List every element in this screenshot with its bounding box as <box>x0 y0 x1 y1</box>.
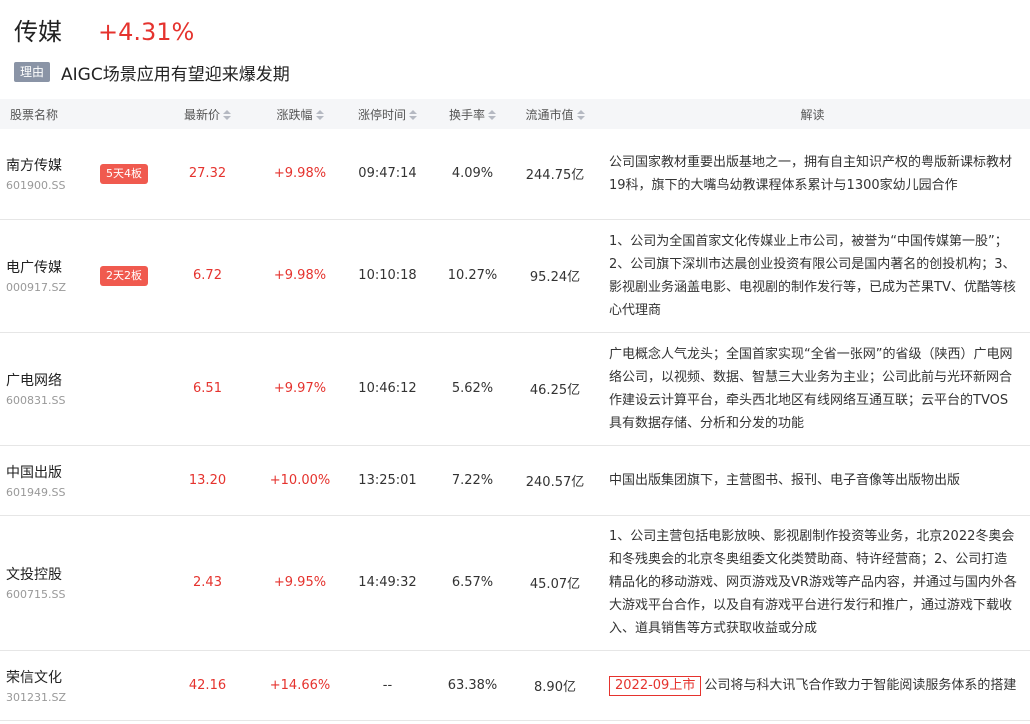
stock-name[interactable]: 广电网络 <box>6 370 160 390</box>
market-cap-cell: 46.25亿 <box>529 383 581 398</box>
description-cell: 2022-09上市 公司将与科大讯飞合作致力于智能阅读服务体系的搭建 <box>595 650 1030 720</box>
turnover-cell: 6.57% <box>451 575 494 590</box>
table-row[interactable]: 电广传媒 000917.SZ 2天2板 6.72 +9.98% 10:10:18… <box>0 219 1030 332</box>
change-cell: +9.95% <box>273 575 327 590</box>
listing-date-tag: 2022-09上市 <box>609 675 702 696</box>
sort-icon[interactable] <box>576 109 585 121</box>
turnover-cell: 5.62% <box>451 381 494 396</box>
stock-name-cell[interactable]: 中国出版 601949.SS <box>0 445 160 515</box>
sort-icon[interactable] <box>409 109 417 121</box>
column-header-market-cap[interactable]: 流通市值 <box>515 99 595 129</box>
stock-code: 601900.SS <box>6 179 66 193</box>
change-cell: +9.98% <box>273 166 327 182</box>
sort-icon[interactable] <box>315 109 324 121</box>
sort-icon[interactable] <box>223 109 231 121</box>
description-cell: 公司国家教材重要出版基地之一，拥有自主知识产权的粤版新课标教材19科，旗下的大嘴… <box>609 154 1013 193</box>
turnover-cell: 4.09% <box>451 166 494 182</box>
column-header-limit-time[interactable]: 涨停时间 <box>345 99 430 129</box>
limit-time-cell: 13:25:01 <box>358 472 417 488</box>
stock-name[interactable]: 中国出版 <box>6 462 160 482</box>
column-header-turnover[interactable]: 换手率 <box>430 99 515 129</box>
table-row[interactable]: 中国出版 601949.SS 13.20 +10.00% 13:25:01 7.… <box>0 445 1030 515</box>
turnover-cell: 7.22% <box>451 472 494 488</box>
limit-time-cell: 10:10:18 <box>358 268 417 283</box>
column-header-name: 股票名称 <box>10 107 59 122</box>
stock-name[interactable]: 文投控股 <box>6 564 160 584</box>
stock-code: 301231.SZ <box>6 690 67 704</box>
stock-code: 000917.SZ <box>6 281 67 294</box>
change-cell: +9.98% <box>273 268 327 283</box>
stock-code: 601949.SS <box>6 485 66 499</box>
table-row[interactable]: 南方传媒 601900.SS 5天4板 27.32 +9.98% 09:47:1… <box>0 129 1030 219</box>
description-cell: 中国出版集团旗下，主营图书、报刊、电子音像等出版物出版 <box>609 472 961 488</box>
price-cell: 42.16 <box>188 677 227 693</box>
stock-name[interactable]: 南方传媒 <box>6 155 65 175</box>
stock-name-cell[interactable]: 电广传媒 000917.SZ 2天2板 <box>0 219 160 332</box>
stock-name-cell[interactable]: 荣信文化 301231.SZ <box>0 650 160 720</box>
price-cell: 6.51 <box>193 381 222 396</box>
limit-time-cell: -- <box>382 677 393 693</box>
stock-name[interactable]: 荣信文化 <box>6 667 160 687</box>
limit-time-cell: 09:47:14 <box>358 166 417 182</box>
stock-name[interactable]: 电广传媒 <box>6 257 66 277</box>
market-cap-cell: 45.07亿 <box>529 577 581 592</box>
stock-code: 600831.SS <box>6 394 66 407</box>
sector-change: +4.31% <box>98 18 195 46</box>
sort-icon[interactable] <box>488 109 496 121</box>
market-cap-cell: 95.24亿 <box>529 270 581 285</box>
turnover-cell: 63.38% <box>447 677 498 693</box>
table-row[interactable]: 广电网络 600831.SS 6.51 +9.97% 10:46:12 5.62… <box>0 332 1030 445</box>
limit-time-cell: 10:46:12 <box>358 381 417 396</box>
change-cell: +9.97% <box>273 381 327 396</box>
turnover-cell: 10.27% <box>447 268 498 283</box>
change-cell: +10.00% <box>269 472 331 488</box>
reason-row: 理由 AIGC场景应用有望迎来爆发期 <box>14 60 290 85</box>
column-header-change[interactable]: 涨跌幅 <box>255 99 345 129</box>
stock-table: 股票名称 最新价 涨跌幅 涨停时间 换手率 流通市值 解读 南方传媒 60190… <box>0 99 1030 721</box>
limit-streak-badge: 2天2板 <box>100 265 148 286</box>
table-row[interactable]: 荣信文化 301231.SZ 42.16 +14.66% -- 63.38% 8… <box>0 650 1030 720</box>
reason-tag: 理由 <box>14 62 51 82</box>
table-row[interactable]: 文投控股 600715.SS 2.43 +9.95% 14:49:32 6.57… <box>0 515 1030 650</box>
price-cell: 27.32 <box>188 166 227 182</box>
reason-text: AIGC场景应用有望迎来爆发期 <box>61 64 290 85</box>
description-cell: 广电概念人气龙头；全国首家实现“全省一张网”的省级（陕西）广电网络公司，以视频、… <box>609 346 1013 431</box>
limit-time-cell: 14:49:32 <box>358 575 417 590</box>
description-cell: 1、公司为全国首家文化传媒业上市公司，被誉为“中国传媒第一股”；2、公司旗下深圳… <box>609 233 1016 318</box>
price-cell: 13.20 <box>188 472 227 488</box>
description-cell: 1、公司主营包括电影放映、影视剧制作投资等业务，北京2022冬奥会和冬残奥会的北… <box>609 529 1017 636</box>
table-header: 股票名称 最新价 涨跌幅 涨停时间 换手率 流通市值 解读 <box>0 99 1030 129</box>
stock-name-cell[interactable]: 广电网络 600831.SS <box>0 332 160 445</box>
column-header-desc: 解读 <box>800 107 825 122</box>
price-cell: 6.72 <box>193 268 222 283</box>
price-cell: 2.43 <box>193 575 222 590</box>
description-text: 公司将与科大讯飞合作致力于智能阅读服务体系的搭建 <box>704 677 1017 693</box>
limit-streak-badge: 5天4板 <box>100 163 148 184</box>
stock-name-cell[interactable]: 文投控股 600715.SS <box>0 515 160 650</box>
stock-code: 600715.SS <box>6 588 66 601</box>
change-cell: +14.66% <box>269 677 331 693</box>
column-header-price[interactable]: 最新价 <box>160 99 255 129</box>
market-cap-cell: 240.57亿 <box>525 474 585 490</box>
market-cap-cell: 8.90亿 <box>534 679 576 695</box>
stock-name-cell[interactable]: 南方传媒 601900.SS 5天4板 <box>0 129 160 219</box>
market-cap-cell: 244.75亿 <box>525 168 585 184</box>
sector-header: 传媒 +4.31% <box>14 12 195 46</box>
sector-name: 传媒 <box>14 18 62 46</box>
